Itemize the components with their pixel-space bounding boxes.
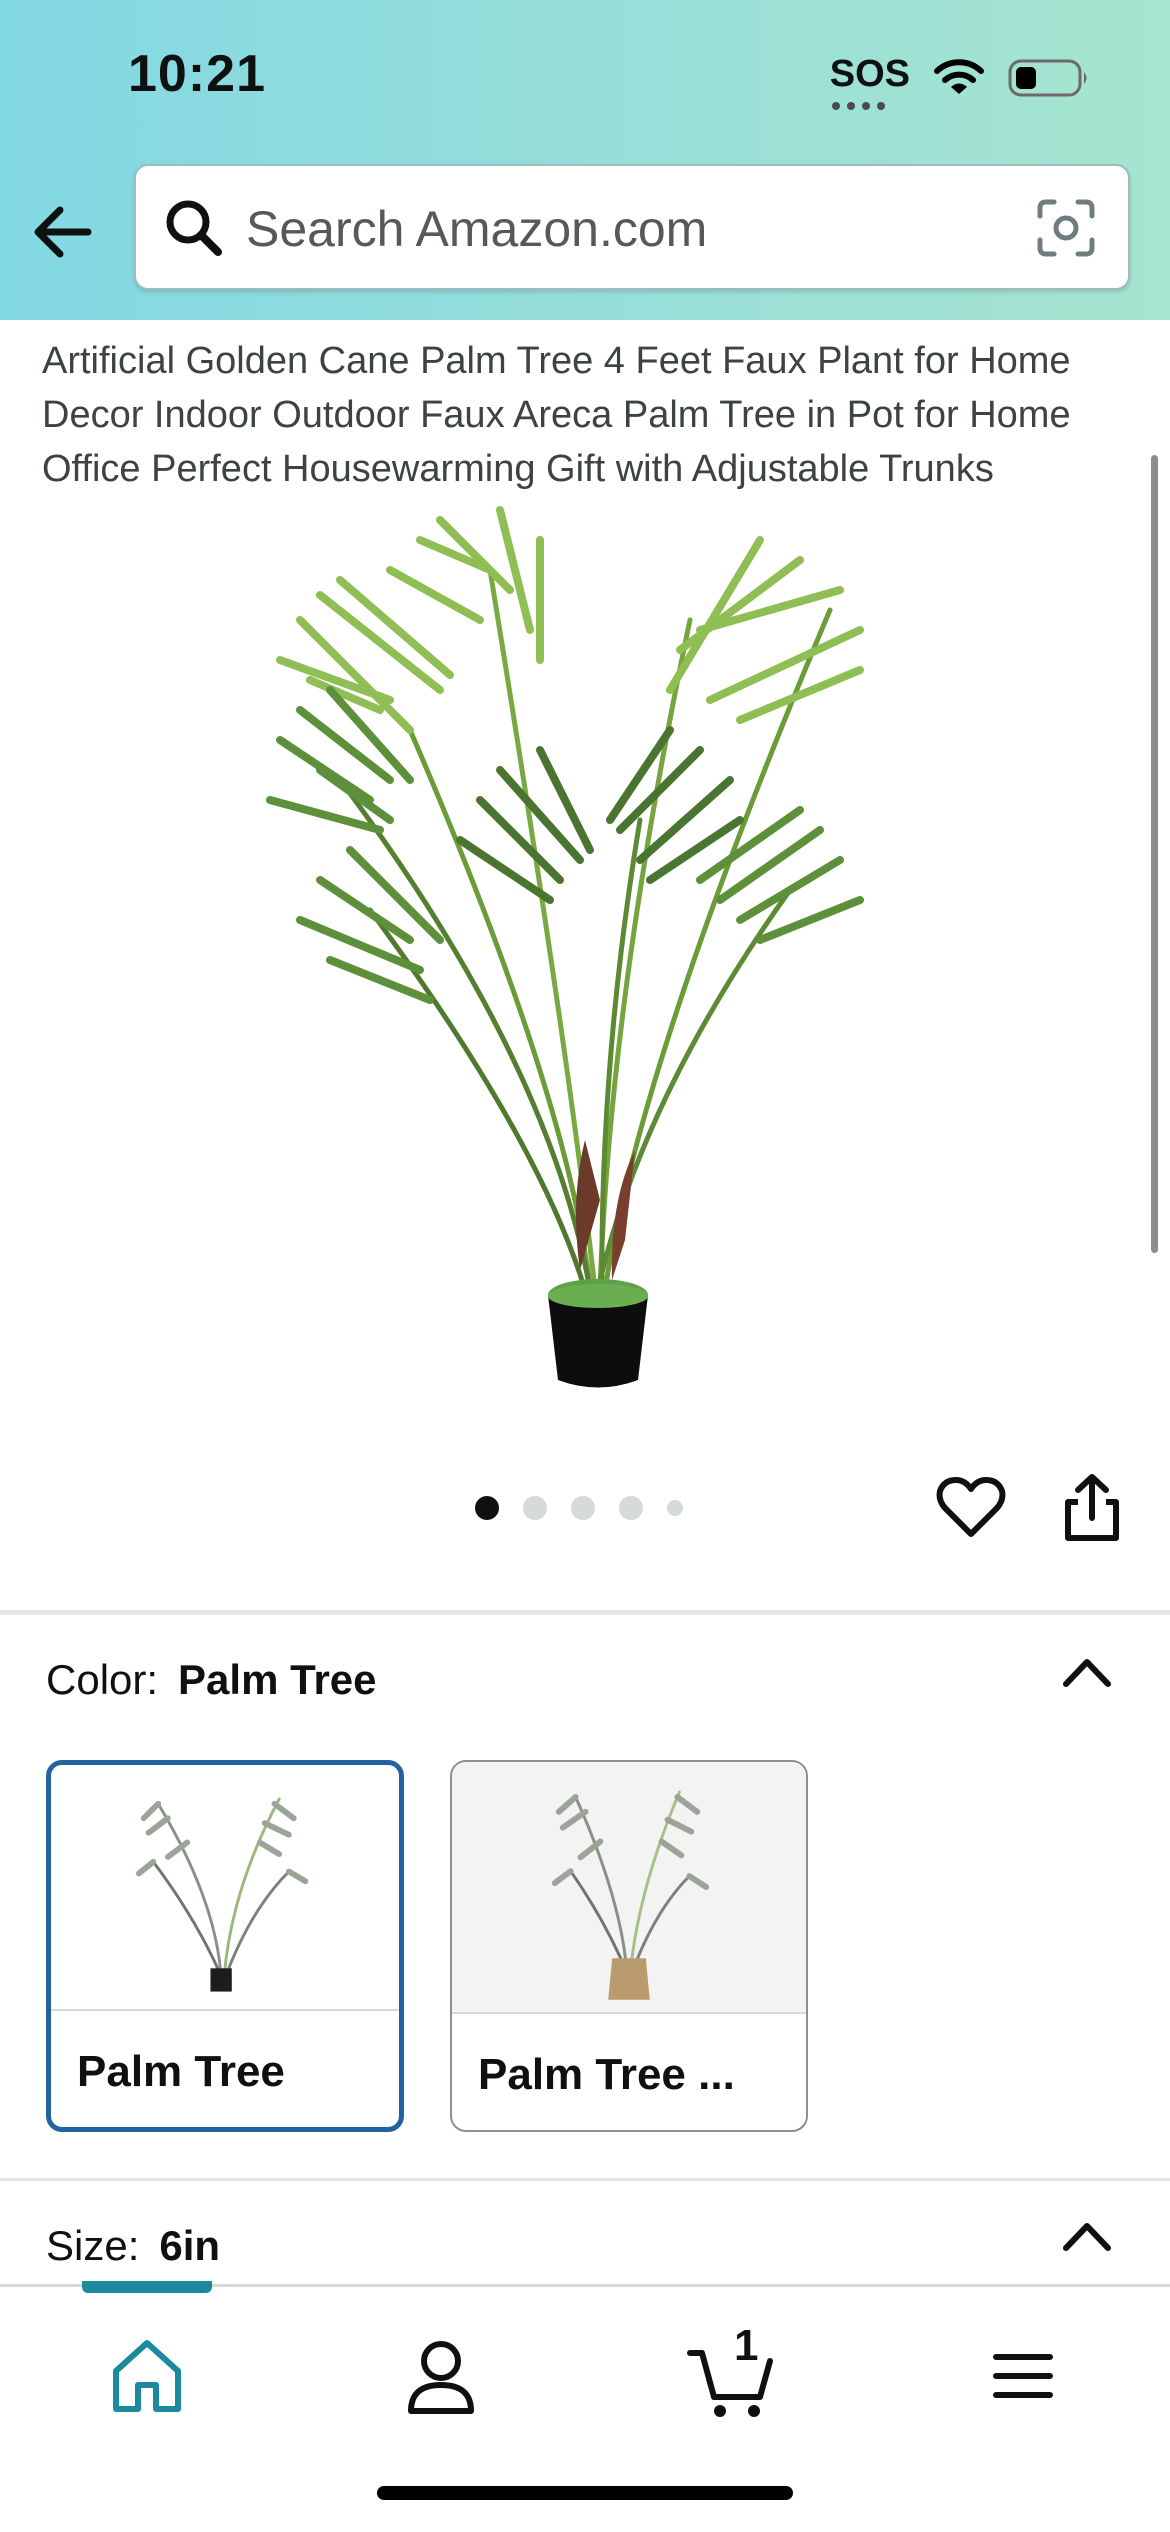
chevron-up-icon[interactable] — [1060, 1654, 1114, 1690]
nav-cart[interactable]: 1 — [686, 2321, 776, 2421]
share-icon[interactable] — [1060, 1472, 1124, 1544]
image-pagination[interactable] — [475, 1496, 683, 1520]
heart-icon[interactable] — [936, 1476, 1006, 1540]
size-label: Size: — [46, 2222, 140, 2269]
header: 10:21 SOS — [0, 0, 1170, 320]
sos-dots — [831, 101, 885, 110]
size-selected-value: 6in — [159, 2222, 221, 2269]
search-icon[interactable] — [162, 196, 226, 260]
nav-account[interactable] — [396, 2331, 486, 2421]
nav-home[interactable] — [102, 2331, 192, 2421]
pagination-dot[interactable] — [523, 1496, 547, 1520]
cart-count-badge: 1 — [734, 2321, 759, 2370]
sos-label: SOS — [829, 52, 910, 95]
nav-menu[interactable] — [978, 2331, 1068, 2421]
product-title[interactable]: Artificial Golden Cane Palm Tree 4 Feet … — [42, 334, 1122, 496]
status-time: 10:21 — [128, 45, 266, 103]
size-variation-label: Size: 6in — [46, 2222, 220, 2270]
pagination-dot[interactable] — [475, 1496, 499, 1520]
swatch-image — [51, 1765, 399, 2011]
color-swatch-palm-tree-variant[interactable]: Palm Tree ... — [450, 1760, 808, 2132]
swatch-label: Palm Tree — [77, 2047, 285, 2096]
status-icons: SOS — [829, 50, 1090, 110]
home-icon — [113, 2340, 181, 2412]
swatch-image — [452, 1762, 806, 2014]
home-indicator[interactable] — [377, 2486, 793, 2500]
pagination-dot[interactable] — [667, 1500, 683, 1516]
swatch-label: Palm Tree ... — [478, 2050, 735, 2099]
color-swatch-palm-tree[interactable]: Palm Tree — [46, 1760, 404, 2132]
color-variation-label: Color: Palm Tree — [46, 1656, 377, 1704]
active-tab-indicator — [82, 2281, 212, 2293]
pagination-dot[interactable] — [619, 1496, 643, 1520]
wifi-icon — [934, 59, 984, 94]
chevron-up-icon[interactable] — [1060, 2218, 1114, 2254]
product-image[interactable] — [240, 500, 940, 1400]
camera-scan-icon[interactable] — [1034, 196, 1098, 260]
pagination-dot[interactable] — [571, 1496, 595, 1520]
section-divider — [0, 1610, 1170, 1615]
cart-icon — [687, 2350, 773, 2417]
scrollbar[interactable] — [1151, 455, 1158, 1253]
search-bar[interactable] — [134, 164, 1130, 290]
account-icon — [408, 2341, 474, 2414]
back-arrow-icon — [34, 206, 92, 258]
section-divider — [0, 2178, 1170, 2181]
search-input[interactable] — [246, 194, 1026, 264]
color-selected-value: Palm Tree — [178, 1656, 377, 1703]
sos-indicator: SOS — [829, 52, 910, 110]
back-button[interactable] — [28, 196, 108, 268]
color-label: Color: — [46, 1656, 159, 1703]
battery-icon — [1008, 59, 1087, 97]
menu-icon — [993, 2354, 1053, 2398]
